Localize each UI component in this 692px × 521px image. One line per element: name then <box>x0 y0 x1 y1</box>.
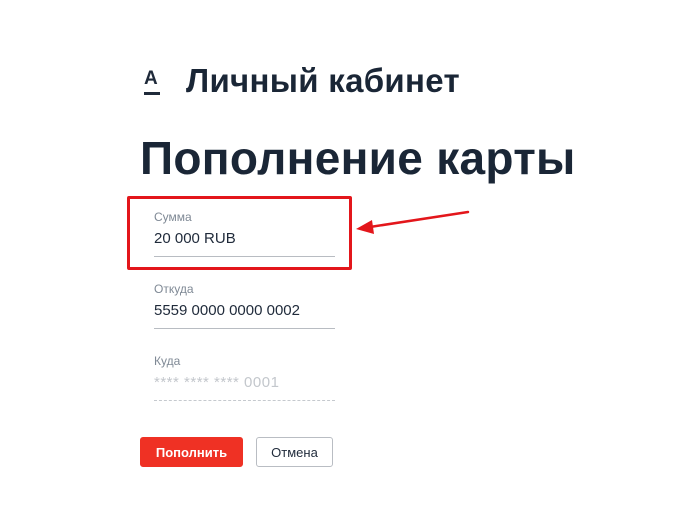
arrow-left-icon <box>356 210 470 234</box>
annotation-highlight-box <box>127 196 352 270</box>
to-card-input[interactable] <box>154 369 335 401</box>
from-card-input[interactable] <box>154 297 335 329</box>
submit-button[interactable]: Пополнить <box>140 437 243 467</box>
page-title: Пополнение карты <box>140 132 576 184</box>
to-field: Куда <box>154 353 335 401</box>
cabinet-header: А Личный кабинет <box>144 62 460 100</box>
from-field: Откуда <box>154 281 335 329</box>
from-label: Откуда <box>154 282 194 296</box>
alfa-logo-icon[interactable]: А <box>144 69 160 97</box>
cabinet-title: Личный кабинет <box>186 62 460 99</box>
cancel-button[interactable]: Отмена <box>256 437 333 467</box>
logo-underline <box>144 92 160 95</box>
to-label: Куда <box>154 354 181 368</box>
